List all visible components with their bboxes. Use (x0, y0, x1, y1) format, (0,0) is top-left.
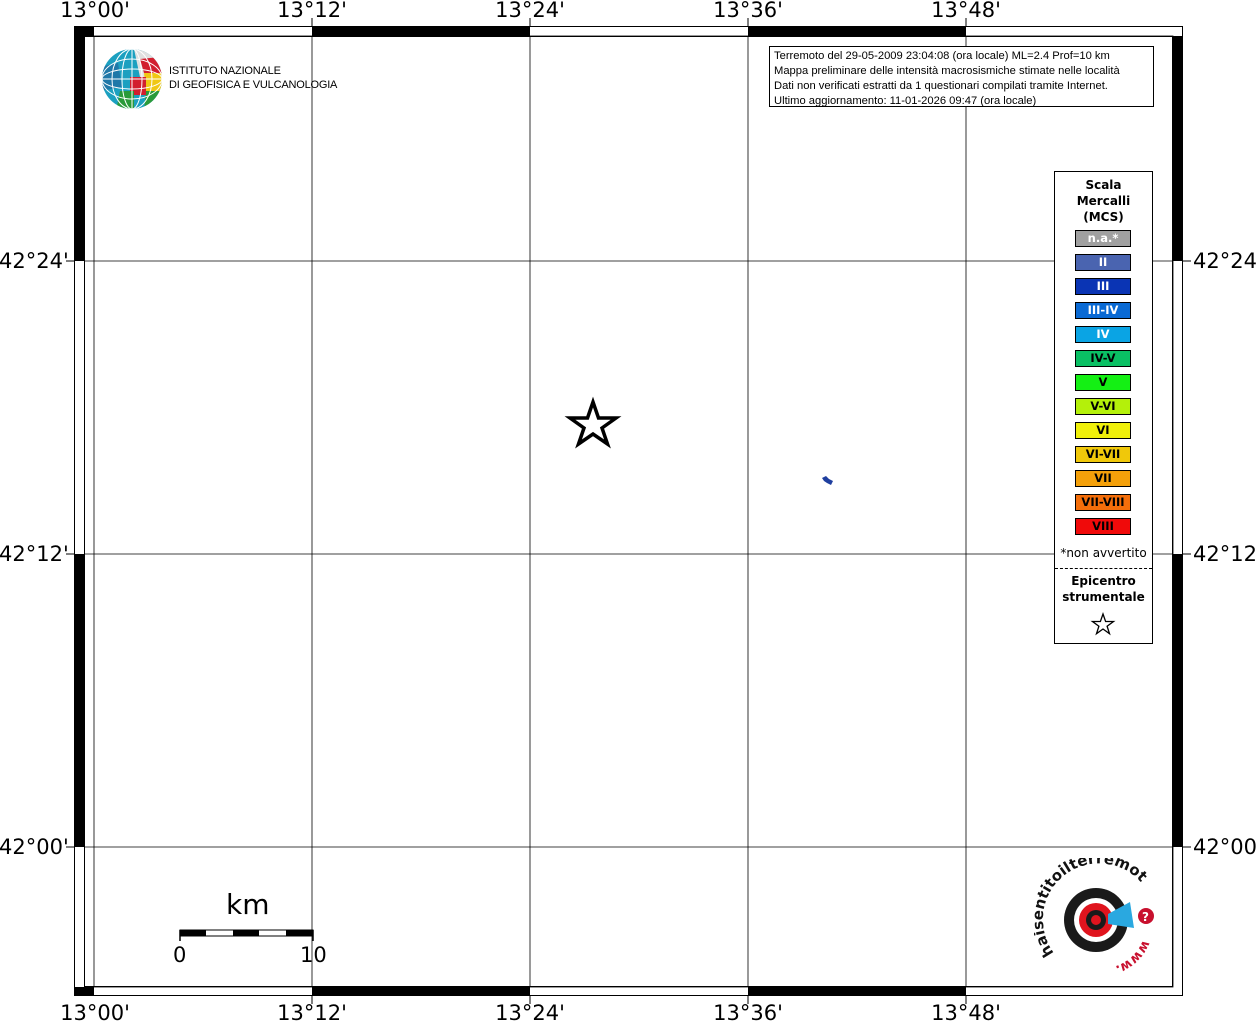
coord-bottom-label: 13°48' (931, 1001, 1001, 1025)
legend-item: V (1075, 374, 1131, 391)
coord-top-label: 13°48' (931, 0, 1001, 22)
legend-title-line: Scala (1085, 178, 1122, 192)
legend-epicenter-line: Epicentro (1071, 574, 1136, 588)
ingv-line1: ISTITUTO NAZIONALE (169, 65, 281, 77)
legend-item: VI-VII (1075, 446, 1131, 463)
legend-item: II (1075, 254, 1131, 271)
scale-start-label: 0 (173, 943, 187, 967)
coord-bottom-label: 13°12' (277, 1001, 347, 1025)
legend-item: VII (1075, 470, 1131, 487)
coord-right-label: 42°12' (1193, 542, 1256, 566)
hsit-logo-icon: haisentitoilterremoto.it www. ? (1034, 858, 1154, 977)
legend-note: *non avvertito (1060, 546, 1147, 560)
hsit-www-text: www. (1113, 938, 1153, 977)
coord-left-label: 42°12' (0, 542, 69, 566)
scale-end-label: 10 (300, 943, 327, 967)
coord-left-label: 42°24' (0, 249, 69, 273)
legend-divider (1055, 568, 1152, 569)
mcs-legend: Scala Mercalli (MCS) n.a.* II III III-IV IV I… (1054, 171, 1153, 644)
coord-bottom-label: 13°36' (713, 1001, 783, 1025)
svg-text:?: ? (1142, 910, 1149, 924)
coord-right-label: 42°00' (1193, 835, 1256, 859)
coord-top-label: 13°24' (495, 0, 565, 22)
legend-item: IV (1075, 326, 1131, 343)
legend-star-icon (1090, 612, 1116, 636)
info-line: Mappa preliminare delle intensità macros… (774, 65, 1120, 77)
coord-bottom-label: 13°24' (495, 1001, 565, 1025)
coord-top-label: 13°12' (277, 0, 347, 22)
legend-item: III-IV (1075, 302, 1131, 319)
legend-item: VII-VIII (1075, 494, 1131, 511)
coord-right-label: 42°24' (1193, 249, 1256, 273)
legend-title-line: (MCS) (1083, 210, 1124, 224)
legend-item: VIII (1075, 518, 1131, 535)
ingv-line2: DI GEOFISICA E VULCANOLOGIA (169, 79, 338, 91)
legend-item: n.a.* (1075, 230, 1131, 247)
legend-title: Scala Mercalli (MCS) (1055, 177, 1152, 225)
coord-top-label: 13°00' (60, 0, 130, 22)
ingv-logo-text: ISTITUTO NAZIONALE DI GEOFISICA E VULCAN… (169, 64, 337, 92)
svg-text:www.: www. (1113, 938, 1153, 977)
legend-item: V-VI (1075, 398, 1131, 415)
info-line: Dati non verificati estratti da 1 questi… (774, 80, 1108, 92)
coord-bottom-label: 13°00' (60, 1001, 130, 1025)
legend-epicenter-label: Epicentro strumentale (1055, 573, 1152, 605)
legend-item: IV-V (1075, 350, 1131, 367)
coord-left-label: 42°00' (0, 835, 69, 859)
ingv-globe-icon (102, 49, 162, 109)
event-info-box: Terremoto del 29-05-2009 23:04:08 (ora l… (769, 46, 1154, 107)
coord-top-label: 13°36' (713, 0, 783, 22)
legend-item: VI (1075, 422, 1131, 439)
legend-title-line: Mercalli (1076, 194, 1131, 208)
legend-item: III (1075, 278, 1131, 295)
info-line: Ultimo aggiornamento: 11-01-2026 09:47 (… (774, 95, 1037, 107)
legend-epicenter-line: strumentale (1062, 590, 1145, 604)
info-line: Terremoto del 29-05-2009 23:04:08 (ora l… (774, 50, 1110, 62)
